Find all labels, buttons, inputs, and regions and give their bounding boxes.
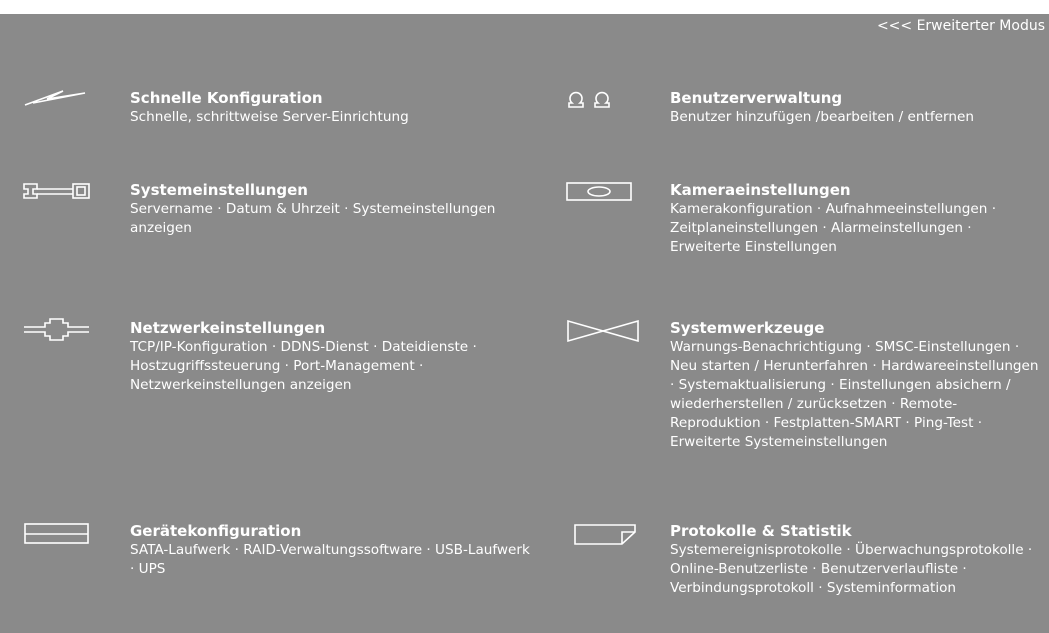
lightning-bolt-icon: [24, 90, 86, 106]
menu-item-text: Gerätekonfiguration SATA-Laufwerk · RAID…: [130, 522, 530, 579]
menu-item-title: Schnelle Konfiguration: [130, 89, 323, 107]
menu-item-title: Kameraeinstellungen: [670, 181, 851, 199]
menu-item-text: Protokolle & Statistik Systemereignispro…: [670, 522, 1042, 598]
menu-item-text: Systemeinstellungen Servername · Datum &…: [130, 181, 530, 238]
menu-item-title: Systemwerkzeuge: [670, 319, 825, 337]
network-icon: [24, 318, 89, 341]
advanced-mode-link[interactable]: <<< Erweiterter Modus: [877, 18, 1045, 34]
menu-item-text: Netzwerkeinstellungen TCP/IP-Konfigurati…: [130, 319, 530, 395]
camera-icon: [566, 182, 632, 201]
disk-drive-icon: [24, 523, 89, 544]
menu-item-title: Benutzerverwaltung: [670, 89, 843, 107]
menu-item-title: Netzwerkeinstellungen: [130, 319, 326, 337]
menu-item-title: Protokolle & Statistik: [670, 522, 852, 540]
log-document-icon: [574, 524, 636, 545]
menu-item-description: Kamerakonfiguration · Aufnahmeeinstellun…: [670, 201, 997, 255]
menu-item-description: Servername · Datum & Uhrzeit · Systemein…: [130, 201, 496, 236]
menu-item-description: Warnungs-Benachrichtigung · SMSC-Einstel…: [670, 339, 1039, 450]
menu-item-text: Kameraeinstellungen Kamerakonfiguration …: [670, 181, 1042, 257]
menu-item-title: Gerätekonfiguration: [130, 522, 302, 540]
menu-item-description: Systemereignisprotokolle · Überwachungsp…: [670, 542, 1033, 596]
menu-item-text: Schnelle Konfiguration Schnelle, schritt…: [130, 89, 530, 127]
tools-icon: [567, 319, 639, 343]
server-icon: [23, 183, 90, 199]
menu-item-text: Benutzerverwaltung Benutzer hinzufügen /…: [670, 89, 1042, 127]
menu-item-description: SATA-Laufwerk · RAID-Verwaltungssoftware…: [130, 542, 530, 577]
menu-item-description: Schnelle, schrittweise Server-Einrichtun…: [130, 109, 409, 125]
menu-item-text: Systemwerkzeuge Warnungs-Benachrichtigun…: [670, 319, 1042, 452]
users-icon: [568, 91, 610, 108]
menu-item-description: Benutzer hinzufügen /bearbeiten / entfer…: [670, 109, 974, 125]
menu-item-title: Systemeinstellungen: [130, 181, 308, 199]
menu-item-description: TCP/IP-Konfiguration · DDNS-Dienst · Dat…: [130, 339, 477, 393]
